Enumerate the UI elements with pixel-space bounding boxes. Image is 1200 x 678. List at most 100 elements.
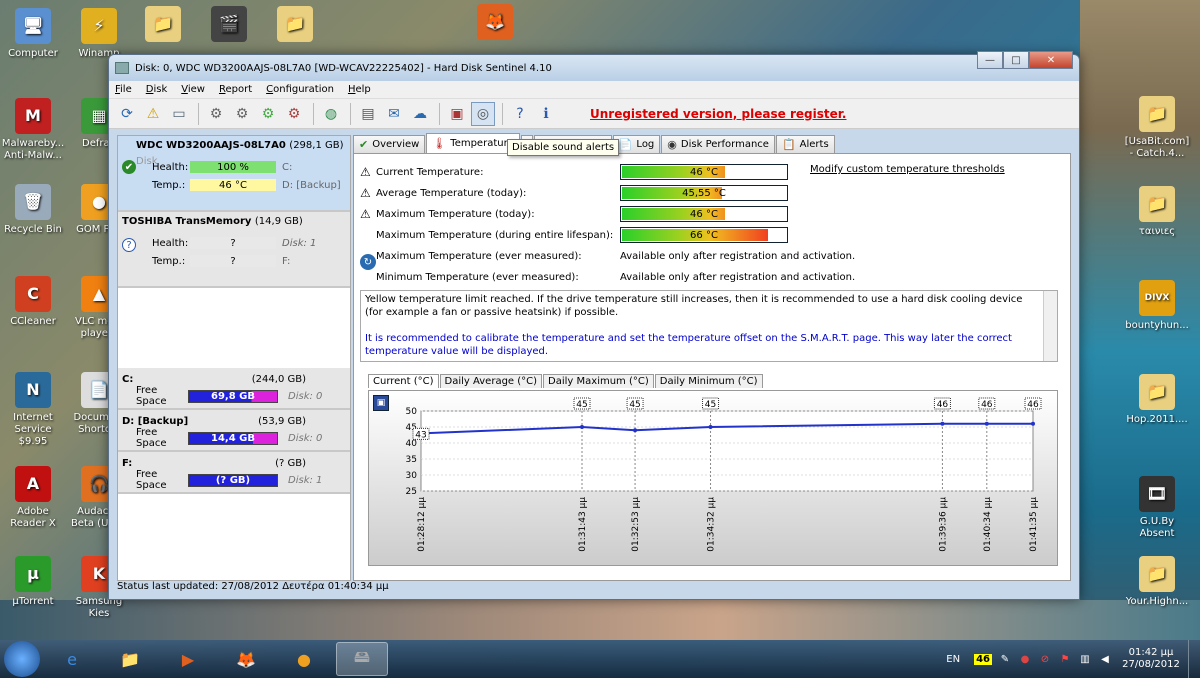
explorer-taskbar-icon[interactable]: 📁 xyxy=(104,642,156,676)
arrow-circle-icon[interactable]: ↻ xyxy=(360,254,376,270)
data-point xyxy=(633,428,638,433)
help-icon[interactable]: ? xyxy=(508,102,532,126)
clock[interactable]: 01:42 μμ 27/08/2012 xyxy=(1118,647,1184,671)
menu-report[interactable]: Report xyxy=(219,84,252,95)
tab-icon: ◉ xyxy=(667,138,677,151)
desktop-icon[interactable]: C CCleaner xyxy=(0,276,66,328)
hdsentinel-taskbar-icon[interactable]: 🖴 xyxy=(336,642,388,676)
ie-taskbar-icon[interactable]: e xyxy=(46,642,98,676)
desktop-icon[interactable]: 📁 [UsaBit.com] - Catch.4... xyxy=(1124,96,1190,160)
disk-item-0[interactable]: WDC WD3200AAJS-08L7A0 (298,1 GB) Disk He… xyxy=(118,136,350,212)
desktop-background-strip xyxy=(0,600,1200,640)
tab-icon: 📄 xyxy=(618,138,633,151)
info-scrollbar[interactable] xyxy=(1043,291,1057,361)
graph-tab-daily-average[interactable]: Daily Average (°C) xyxy=(439,374,543,388)
desktop-icon[interactable]: 🎬 xyxy=(196,6,262,46)
test-icon[interactable]: ⚙ xyxy=(256,102,280,126)
menu-help[interactable]: Help xyxy=(348,84,371,95)
tab-overview[interactable]: ✔ Overview xyxy=(353,135,426,153)
refresh-icon[interactable]: ⟳ xyxy=(115,102,139,126)
volume-item[interactable]: F: (? GB) Free Space (? GB) Disk: 1 xyxy=(118,452,350,494)
disk-item-1[interactable]: TOSHIBA TransMemory (14,9 GB) Health: ? … xyxy=(118,212,350,288)
show-desktop-button[interactable] xyxy=(1188,640,1200,678)
desktop-icon[interactable]: N Internet Service $9.95 xyxy=(0,372,66,448)
alert-icon[interactable]: ⚠ xyxy=(141,102,165,126)
monitor-icon[interactable]: ▣ xyxy=(445,102,469,126)
minimize-button[interactable]: — xyxy=(977,51,1003,69)
menu-view[interactable]: View xyxy=(181,84,205,95)
desktop-icon-label: µTorrent xyxy=(12,596,54,607)
desktop-icon[interactable]: ⚡ Winamp xyxy=(66,8,132,60)
desktop-icon[interactable]: A Adobe Reader X xyxy=(0,466,66,530)
start-button[interactable] xyxy=(4,641,40,677)
test-icon[interactable]: ⚙ xyxy=(282,102,306,126)
desktop-icon[interactable]: 📁 Hop.2011.... xyxy=(1124,374,1190,426)
tab-alerts[interactable]: 📋 Alerts xyxy=(775,135,835,153)
menu-disk[interactable]: Disk xyxy=(146,84,167,95)
desktop-icon-label: [UsaBit.com] - Catch.4... xyxy=(1124,136,1190,159)
graph-tab-daily-minimum[interactable]: Daily Minimum (°C) xyxy=(654,374,763,388)
graph-tab-daily-maximum[interactable]: Daily Maximum (°C) xyxy=(543,374,654,388)
desktop-icon[interactable]: 🖥 Computer xyxy=(0,8,66,60)
volume-item[interactable]: C: (244,0 GB) Free Space 69,8 GB Disk: 0 xyxy=(118,368,350,410)
data-point xyxy=(984,421,989,426)
info-icon[interactable]: ℹ xyxy=(534,102,558,126)
tab-disk-performance[interactable]: ◉ Disk Performance xyxy=(661,135,775,153)
menu-file[interactable]: File xyxy=(115,84,132,95)
language-indicator[interactable]: EN xyxy=(946,654,960,665)
test-icon[interactable]: ⚙ xyxy=(230,102,254,126)
test-icon[interactable]: ⚙ xyxy=(204,102,228,126)
title-bar[interactable]: Disk: 0, WDC WD3200AAJS-08L7A0 [WD-WCAV2… xyxy=(109,51,1079,81)
tray-app-icon[interactable]: ● xyxy=(1018,654,1032,665)
modify-thresholds-link[interactable]: Modify custom temperature thresholds xyxy=(810,164,1005,175)
desktop-icon[interactable]: 📁 ταινιες xyxy=(1124,186,1190,238)
report-icon[interactable]: ▤ xyxy=(356,102,380,126)
tray-network-icon[interactable]: ▥ xyxy=(1078,654,1092,665)
desktop-icon[interactable]: 🦊 xyxy=(462,4,528,44)
tab-temperature[interactable]: 🌡 Temperature xyxy=(426,133,520,153)
tray-temperature-icon[interactable]: 46 xyxy=(974,653,992,665)
unregistered-link[interactable]: Unregistered version, please register. xyxy=(590,107,847,121)
desktop-icon-label: Computer xyxy=(8,48,58,59)
network-icon[interactable]: ☁ xyxy=(408,102,432,126)
tray-pen-icon[interactable]: ✎ xyxy=(998,654,1012,665)
desktop-icon[interactable]: M Malwareby... Anti-Malw... xyxy=(0,98,66,162)
desktop-icon[interactable]: 🎞 G.U.By Absent xyxy=(1124,476,1190,540)
x-tick-label: 01:39:36 μμ xyxy=(938,497,948,552)
ever-min-label: Minimum Temperature (ever measured): xyxy=(376,271,579,283)
desktop-icon[interactable]: 🗑 Recycle Bin xyxy=(0,184,66,236)
temperature-value: 45,55 °C xyxy=(682,187,726,199)
media-taskbar-icon[interactable]: ▶ xyxy=(162,642,214,676)
gom-taskbar-icon[interactable]: ● xyxy=(278,642,330,676)
drive-icon[interactable]: ▭ xyxy=(167,102,191,126)
maximize-button[interactable]: □ xyxy=(1003,51,1029,69)
firefox-taskbar-icon[interactable]: 🦊 xyxy=(220,642,272,676)
ever-min-value: Available only after registration and ac… xyxy=(620,271,856,283)
volume-disk: Disk: 0 xyxy=(288,432,323,444)
desktop-icon[interactable]: µ µTorrent xyxy=(0,556,66,608)
tab-label: Disk Performance xyxy=(680,139,769,150)
desktop-icon[interactable]: DIVX bountyhun... xyxy=(1124,280,1190,332)
desktop-icon[interactable]: 📁 xyxy=(262,6,328,46)
disk-name: TOSHIBA TransMemory (14,9 GB) xyxy=(122,216,303,227)
send-icon[interactable]: ✉ xyxy=(382,102,406,126)
tab-log[interactable]: 📄 Log xyxy=(612,135,661,153)
close-button[interactable]: ✕ xyxy=(1029,51,1073,69)
desktop-icon[interactable]: 📁 Your.Highn... xyxy=(1124,556,1190,608)
sound-icon[interactable]: ◎ xyxy=(471,101,495,126)
tab-label: Log xyxy=(636,139,655,150)
globe-icon[interactable]: ◍ xyxy=(319,102,343,126)
graph-tab-current[interactable]: Current (°C) xyxy=(368,374,439,388)
status-bar: Status last updated: 27/08/2012 Δευτέρα … xyxy=(117,581,389,592)
temperature-value: 46 °C xyxy=(690,166,718,178)
temperature-row: Maximum Temperature (during entire lifes… xyxy=(360,225,1060,245)
volume-item[interactable]: D: [Backup] (53,9 GB) Free Space 14,4 GB Dis… xyxy=(118,410,350,452)
desktop-icon-label: G.U.By Absent xyxy=(1139,516,1175,539)
tray-flag-icon[interactable]: ⚑ xyxy=(1058,654,1072,665)
tray-no-icon[interactable]: ⊘ xyxy=(1038,654,1052,665)
tray-volume-icon[interactable]: ◀ xyxy=(1098,654,1112,665)
data-point xyxy=(1031,421,1035,426)
menu-configuration[interactable]: Configuration xyxy=(266,84,334,95)
desktop-icon[interactable]: 📁 xyxy=(130,6,196,46)
warning-icon: ⚠ xyxy=(360,165,371,179)
